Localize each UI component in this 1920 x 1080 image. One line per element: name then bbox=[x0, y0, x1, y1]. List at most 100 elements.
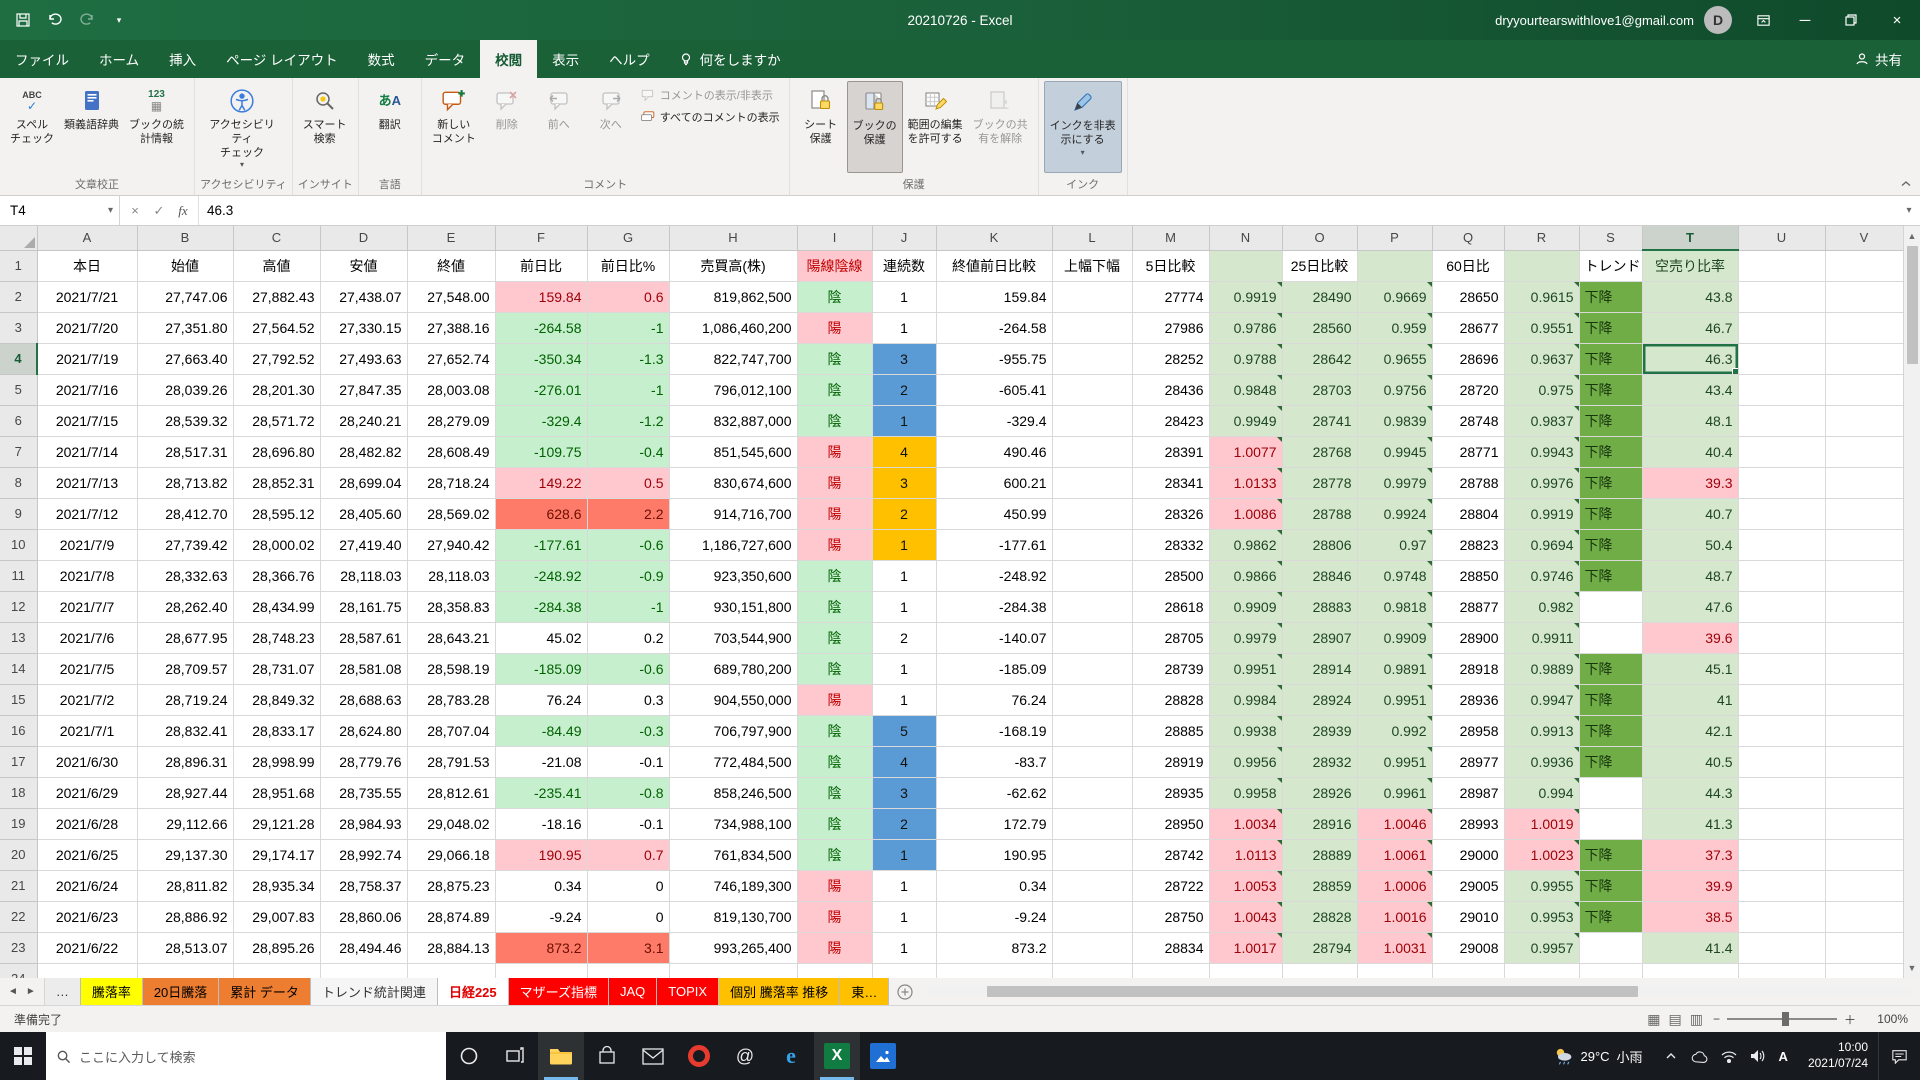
cell-I4[interactable]: 陰 bbox=[797, 343, 872, 374]
cell-K12[interactable]: -284.38 bbox=[936, 591, 1052, 622]
cell-F2[interactable]: 159.84 bbox=[495, 281, 587, 312]
weather-widget[interactable]: 29°C 小雨 bbox=[1541, 1032, 1654, 1080]
cell-G9[interactable]: 2.2 bbox=[587, 498, 669, 529]
cell-G19[interactable]: -0.1 bbox=[587, 808, 669, 839]
cell-Q12[interactable]: 28877 bbox=[1432, 591, 1504, 622]
cell-L11[interactable] bbox=[1052, 560, 1132, 591]
cell-K24[interactable] bbox=[936, 963, 1052, 978]
cell-R4[interactable]: 0.9637 bbox=[1504, 343, 1579, 374]
show-hide-comment-button[interactable]: コメントの表示/非表示 bbox=[641, 87, 780, 103]
cortana-icon[interactable] bbox=[446, 1032, 492, 1080]
cell-F24[interactable] bbox=[495, 963, 587, 978]
customize-qat-icon[interactable]: ▾ bbox=[108, 9, 130, 31]
cell-R13[interactable]: 0.9911 bbox=[1504, 622, 1579, 653]
cell-P4[interactable]: 0.9655 bbox=[1357, 343, 1432, 374]
cell-J5[interactable]: 2 bbox=[872, 374, 936, 405]
cell-A6[interactable]: 2021/7/15 bbox=[37, 405, 137, 436]
row-header-11[interactable]: 11 bbox=[0, 560, 37, 591]
cell-U13[interactable] bbox=[1738, 622, 1825, 653]
cell-N17[interactable]: 0.9956 bbox=[1209, 746, 1282, 777]
action-center-icon[interactable] bbox=[1878, 1032, 1920, 1080]
cell-I18[interactable]: 陰 bbox=[797, 777, 872, 808]
cell-U18[interactable] bbox=[1738, 777, 1825, 808]
cell-I8[interactable]: 陽 bbox=[797, 467, 872, 498]
cell-S21[interactable]: 下降 bbox=[1579, 870, 1642, 901]
sheet-tab-overflow[interactable]: … bbox=[45, 978, 81, 1005]
cell-K8[interactable]: 600.21 bbox=[936, 467, 1052, 498]
cell-E13[interactable]: 28,643.21 bbox=[407, 622, 495, 653]
cell-G15[interactable]: 0.3 bbox=[587, 684, 669, 715]
cell-B15[interactable]: 28,719.24 bbox=[137, 684, 233, 715]
sheet-tab-3[interactable]: 累計 データ bbox=[219, 978, 311, 1005]
cell-G17[interactable]: -0.1 bbox=[587, 746, 669, 777]
cell-C2[interactable]: 27,882.43 bbox=[233, 281, 320, 312]
cell-S6[interactable]: 下降 bbox=[1579, 405, 1642, 436]
cell-V22[interactable] bbox=[1825, 901, 1903, 932]
cell-I22[interactable]: 陽 bbox=[797, 901, 872, 932]
cell-G3[interactable]: -1 bbox=[587, 312, 669, 343]
cell-C15[interactable]: 28,849.32 bbox=[233, 684, 320, 715]
cell-A17[interactable]: 2021/6/30 bbox=[37, 746, 137, 777]
redo-icon[interactable] bbox=[76, 9, 98, 31]
cell-F12[interactable]: -284.38 bbox=[495, 591, 587, 622]
task-view-icon[interactable] bbox=[492, 1032, 538, 1080]
tell-me-box[interactable]: 何をしますか bbox=[665, 40, 795, 78]
cell-V24[interactable] bbox=[1825, 963, 1903, 978]
spell-check-button[interactable]: ABC✓ スペル チェック bbox=[5, 81, 59, 173]
cell-J22[interactable]: 1 bbox=[872, 901, 936, 932]
tab-help[interactable]: ヘルプ bbox=[594, 40, 665, 78]
cell-U19[interactable] bbox=[1738, 808, 1825, 839]
cell-F16[interactable]: -84.49 bbox=[495, 715, 587, 746]
formula-input[interactable]: 46.3 bbox=[199, 196, 1898, 225]
cell-N7[interactable]: 1.0077 bbox=[1209, 436, 1282, 467]
cell-K7[interactable]: 490.46 bbox=[936, 436, 1052, 467]
cell-U17[interactable] bbox=[1738, 746, 1825, 777]
cell-T12[interactable]: 47.6 bbox=[1642, 591, 1738, 622]
account-email[interactable]: dryyourtearswithlove1@gmail.com bbox=[1495, 13, 1694, 28]
cell-B20[interactable]: 29,137.30 bbox=[137, 839, 233, 870]
cell-S9[interactable]: 下降 bbox=[1579, 498, 1642, 529]
cell-M4[interactable]: 28252 bbox=[1132, 343, 1209, 374]
cell-P13[interactable]: 0.9909 bbox=[1357, 622, 1432, 653]
name-box[interactable]: T4 ▾ bbox=[0, 196, 120, 225]
cell-H7[interactable]: 851,545,600 bbox=[669, 436, 797, 467]
cell-C24[interactable] bbox=[233, 963, 320, 978]
cell-C12[interactable]: 28,434.99 bbox=[233, 591, 320, 622]
cell-O15[interactable]: 28924 bbox=[1282, 684, 1357, 715]
cell-L13[interactable] bbox=[1052, 622, 1132, 653]
cell-D17[interactable]: 28,779.76 bbox=[320, 746, 407, 777]
cell-L7[interactable] bbox=[1052, 436, 1132, 467]
cell-K6[interactable]: -329.4 bbox=[936, 405, 1052, 436]
cell-B8[interactable]: 28,713.82 bbox=[137, 467, 233, 498]
cell-H9[interactable]: 914,716,700 bbox=[669, 498, 797, 529]
cell-Q13[interactable]: 28900 bbox=[1432, 622, 1504, 653]
cell-H12[interactable]: 930,151,800 bbox=[669, 591, 797, 622]
cell-T23[interactable]: 41.4 bbox=[1642, 932, 1738, 963]
cell-N21[interactable]: 1.0053 bbox=[1209, 870, 1282, 901]
cell-A9[interactable]: 2021/7/12 bbox=[37, 498, 137, 529]
cell-M8[interactable]: 28341 bbox=[1132, 467, 1209, 498]
cell-M15[interactable]: 28828 bbox=[1132, 684, 1209, 715]
cell-V17[interactable] bbox=[1825, 746, 1903, 777]
cell-E20[interactable]: 29,066.18 bbox=[407, 839, 495, 870]
cell-U11[interactable] bbox=[1738, 560, 1825, 591]
cell-E22[interactable]: 28,874.89 bbox=[407, 901, 495, 932]
cell-H20[interactable]: 761,834,500 bbox=[669, 839, 797, 870]
cell-I13[interactable]: 陰 bbox=[797, 622, 872, 653]
cell-B6[interactable]: 28,539.32 bbox=[137, 405, 233, 436]
cell-Q19[interactable]: 28993 bbox=[1432, 808, 1504, 839]
app-icon-at[interactable]: @ bbox=[722, 1032, 768, 1080]
row-header-13[interactable]: 13 bbox=[0, 622, 37, 653]
cell-E11[interactable]: 28,118.03 bbox=[407, 560, 495, 591]
column-header-Q[interactable]: Q bbox=[1432, 226, 1504, 250]
cell-F13[interactable]: 45.02 bbox=[495, 622, 587, 653]
start-button[interactable] bbox=[0, 1032, 46, 1080]
cell-M20[interactable]: 28742 bbox=[1132, 839, 1209, 870]
cell-Q7[interactable]: 28771 bbox=[1432, 436, 1504, 467]
cell-B13[interactable]: 28,677.95 bbox=[137, 622, 233, 653]
cell-E16[interactable]: 28,707.04 bbox=[407, 715, 495, 746]
cell-B24[interactable] bbox=[137, 963, 233, 978]
cell-H21[interactable]: 746,189,300 bbox=[669, 870, 797, 901]
cell-E5[interactable]: 28,003.08 bbox=[407, 374, 495, 405]
cell-T2[interactable]: 43.8 bbox=[1642, 281, 1738, 312]
